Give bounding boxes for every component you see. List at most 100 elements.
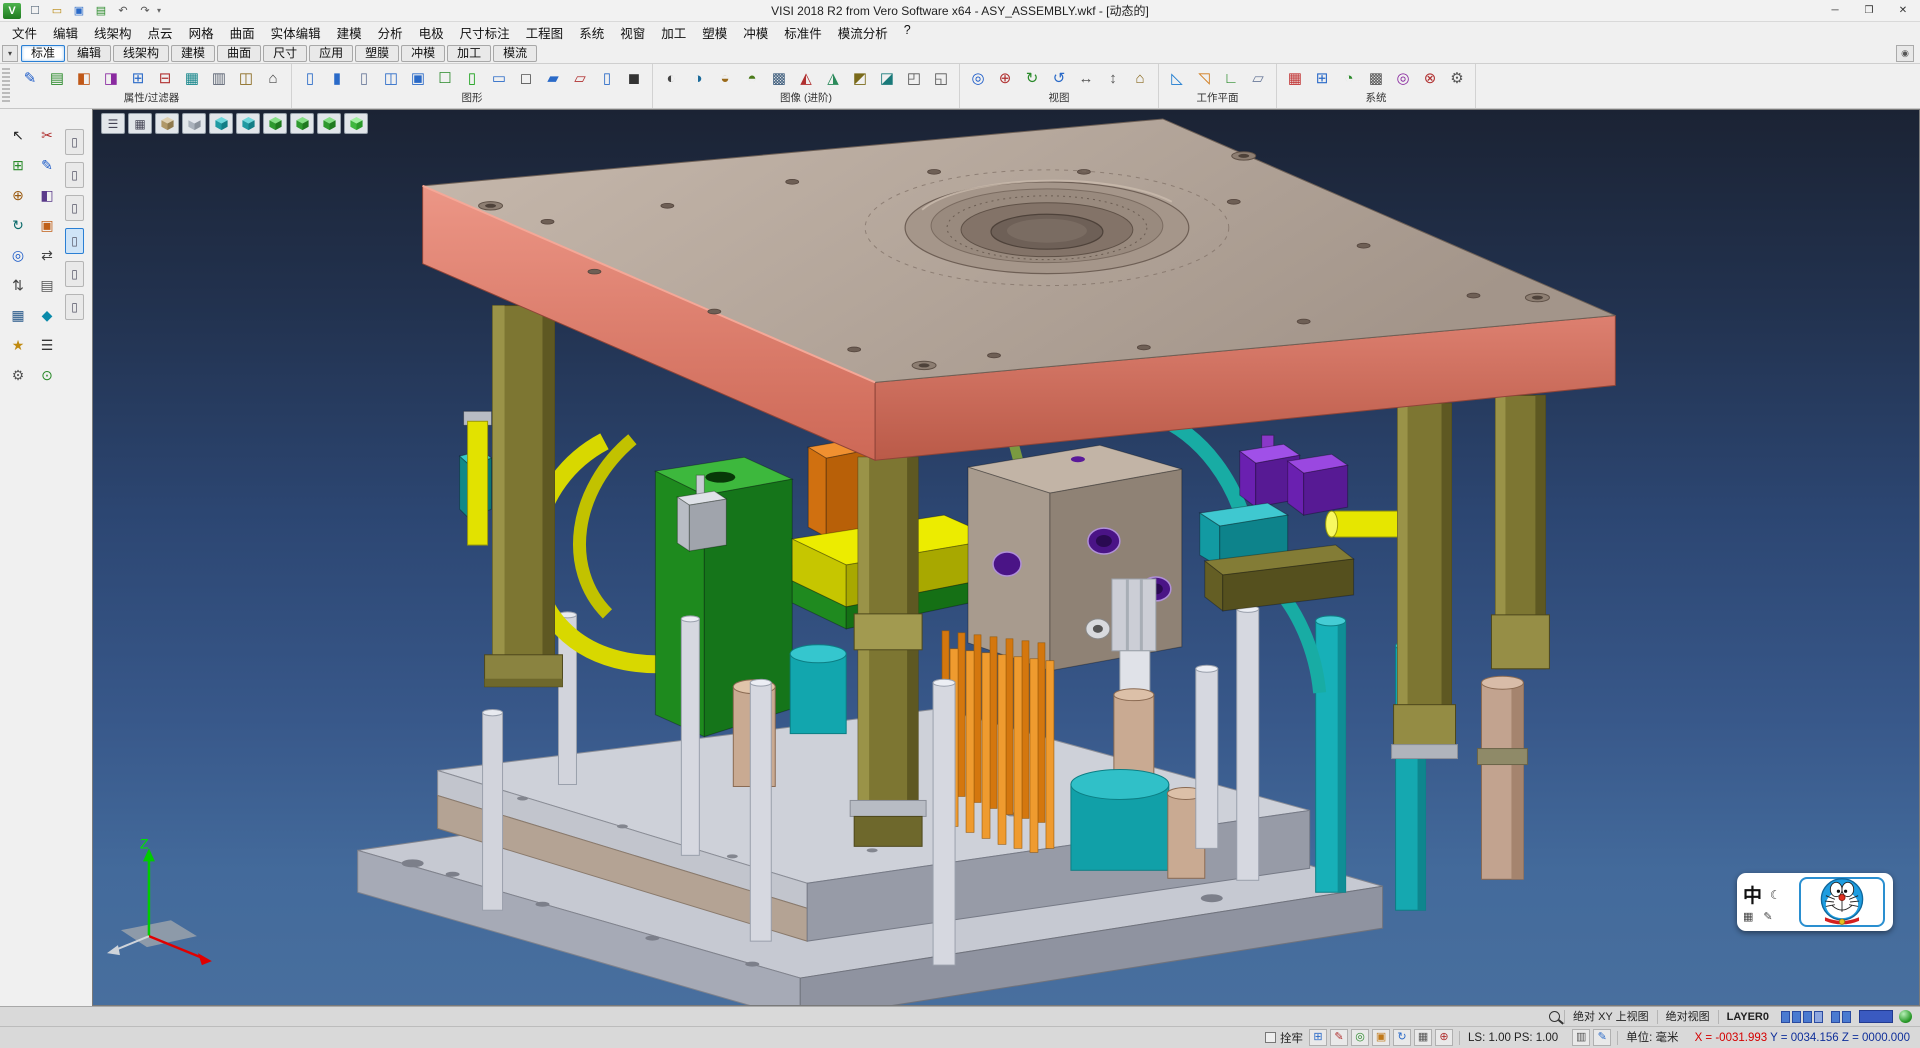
status-tool-icon[interactable]: ▥	[1572, 1029, 1590, 1046]
view-toggle-button[interactable]: ▯	[65, 195, 84, 221]
toolbar-icon[interactable]: ✎	[17, 66, 43, 91]
view-cube-icon[interactable]	[317, 113, 341, 134]
left-tool-icon[interactable]: ↻	[5, 213, 31, 238]
left-tool-icon[interactable]: ▤	[34, 273, 60, 298]
left-tool-icon[interactable]: ⊕	[5, 183, 31, 208]
close-button[interactable]: ✕	[1886, 0, 1920, 22]
toolbar-icon[interactable]: ◱	[928, 66, 954, 91]
menu-item[interactable]: 分析	[370, 21, 411, 44]
snap-setting-icon[interactable]: ⊞	[1309, 1029, 1327, 1046]
menu-item[interactable]: 曲面	[222, 21, 263, 44]
tab[interactable]: 冲模	[401, 45, 445, 62]
toolbar-icon[interactable]: ∟	[1218, 66, 1244, 91]
status-orb-icon[interactable]	[1899, 1010, 1912, 1023]
menu-item[interactable]: 标准件	[776, 21, 830, 44]
lock-checkbox[interactable]	[1265, 1032, 1276, 1043]
toolbar-icon[interactable]: ⊟	[152, 66, 178, 91]
snap-setting-icon[interactable]: ▦	[1414, 1029, 1432, 1046]
toolbar-icon[interactable]: ◒	[712, 66, 738, 91]
left-tool-icon[interactable]: ✎	[34, 153, 60, 178]
toolbar-icon[interactable]: ↕	[1100, 66, 1126, 91]
view-toggle-button[interactable]: ▯	[65, 129, 84, 155]
toolbar-icon[interactable]: ▱	[567, 66, 593, 91]
toolbar-icon[interactable]: ↻	[1019, 66, 1045, 91]
quick-access-icon[interactable]: ☐	[25, 2, 45, 20]
view-cube-icon[interactable]	[290, 113, 314, 134]
ime-settings-icon[interactable]: ✎	[1763, 910, 1772, 923]
left-tool-icon[interactable]: ☰	[34, 333, 60, 358]
toolbar-icon[interactable]: ▥	[206, 66, 232, 91]
left-tool-icon[interactable]: ◧	[34, 183, 60, 208]
quick-access-icon[interactable]: ▭	[47, 2, 67, 20]
layer-color-tile[interactable]	[1814, 1011, 1823, 1023]
layer-color-tile[interactable]	[1792, 1011, 1801, 1023]
maximize-button[interactable]: ❒	[1852, 0, 1886, 22]
menu-item[interactable]: 电极	[411, 21, 452, 44]
model-right-machinery[interactable]	[1154, 415, 1436, 692]
toolbar-icon[interactable]: ⊕	[992, 66, 1018, 91]
snap-setting-icon[interactable]: ▣	[1372, 1029, 1390, 1046]
view-toggle-button[interactable]: ▯	[65, 294, 84, 320]
toolbar-icon[interactable]: ◰	[901, 66, 927, 91]
view-cube-icon[interactable]	[344, 113, 368, 134]
toolbar-icon[interactable]: ◫	[378, 66, 404, 91]
toolbar-icon[interactable]: ↺	[1046, 66, 1072, 91]
tab[interactable]: 标准	[21, 45, 65, 62]
layer-color-tile[interactable]	[1781, 1011, 1790, 1023]
toolbar-icon[interactable]: ◑	[685, 66, 711, 91]
toolbar-icon[interactable]: ▯	[297, 66, 323, 91]
tab[interactable]: 应用	[309, 45, 353, 62]
layer-color-tile[interactable]	[1803, 1011, 1812, 1023]
toolbar-icon[interactable]: ◧	[71, 66, 97, 91]
view-lock-status[interactable]: 绝对 XY 上视图	[1564, 1010, 1657, 1024]
left-tool-icon[interactable]: ✂	[34, 123, 60, 148]
view-toggle-button[interactable]: ▯	[65, 228, 84, 254]
view-cube-icon[interactable]	[155, 113, 179, 134]
toolbar-icon[interactable]: ◎	[1390, 66, 1416, 91]
menu-item[interactable]: 建模	[329, 21, 370, 44]
left-tool-icon[interactable]: ⊞	[5, 153, 31, 178]
menu-item[interactable]: 塑模	[694, 21, 735, 44]
lock-label[interactable]: 拴牢	[1280, 1030, 1303, 1046]
tab[interactable]: 曲面	[217, 45, 261, 62]
toolbar-icon[interactable]: ⚙	[1444, 66, 1470, 91]
snap-setting-icon[interactable]: ✎	[1330, 1029, 1348, 1046]
toolbar-icon[interactable]: ▯	[351, 66, 377, 91]
menu-item[interactable]: 编辑	[45, 21, 86, 44]
scale-status[interactable]: LS: 1.00 PS: 1.00	[1459, 1031, 1566, 1045]
menu-item[interactable]: 模流分析	[830, 21, 896, 44]
tab-dropdown-icon[interactable]: ▾	[2, 45, 18, 62]
toolbar-icon[interactable]: ◭	[793, 66, 819, 91]
toolbar-icon[interactable]: ▦	[1282, 66, 1308, 91]
left-tool-icon[interactable]: ★	[5, 333, 31, 358]
tab[interactable]: 建模	[171, 45, 215, 62]
left-tool-icon[interactable]: ⇄	[34, 243, 60, 268]
menu-item[interactable]: 网格	[181, 21, 222, 44]
left-tool-icon[interactable]: ▣	[34, 213, 60, 238]
ime-mode-indicator[interactable]: 中	[1743, 881, 1762, 908]
view-toggle-button[interactable]: ▯	[65, 162, 84, 188]
units-status[interactable]: 单位: 毫米	[1617, 1031, 1686, 1045]
menu-item[interactable]: 文件	[4, 21, 45, 44]
view-mode-status[interactable]: 绝对视图	[1657, 1010, 1718, 1024]
menu-item[interactable]: 实体编辑	[263, 21, 329, 44]
toolbar-grip[interactable]	[2, 68, 10, 104]
ime-panel[interactable]: 中 ☾ ▦ ✎	[1737, 873, 1893, 931]
menu-item[interactable]: 视窗	[612, 21, 653, 44]
tab[interactable]: 尺寸	[263, 45, 307, 62]
tab[interactable]: 编辑	[67, 45, 111, 62]
status-tool-icon[interactable]: ✎	[1593, 1029, 1611, 1046]
quick-access-icon[interactable]: ▣	[69, 2, 89, 20]
view-cube-icon[interactable]	[263, 113, 287, 134]
search-icon[interactable]	[1549, 1011, 1560, 1022]
menu-item[interactable]: 加工	[653, 21, 694, 44]
toolbar-icon[interactable]: ◻	[513, 66, 539, 91]
toolbar-icon[interactable]: ▦	[179, 66, 205, 91]
quick-access-icon[interactable]: ↷	[135, 2, 155, 20]
toolbar-icon[interactable]: ▯	[459, 66, 485, 91]
toolbar-icon[interactable]: ◺	[1164, 66, 1190, 91]
toolbar-icon[interactable]: ↔	[1073, 66, 1099, 91]
toolbar-icon[interactable]: ◮	[820, 66, 846, 91]
menu-item[interactable]: 线架构	[86, 21, 140, 44]
active-color-bar[interactable]	[1859, 1010, 1893, 1023]
